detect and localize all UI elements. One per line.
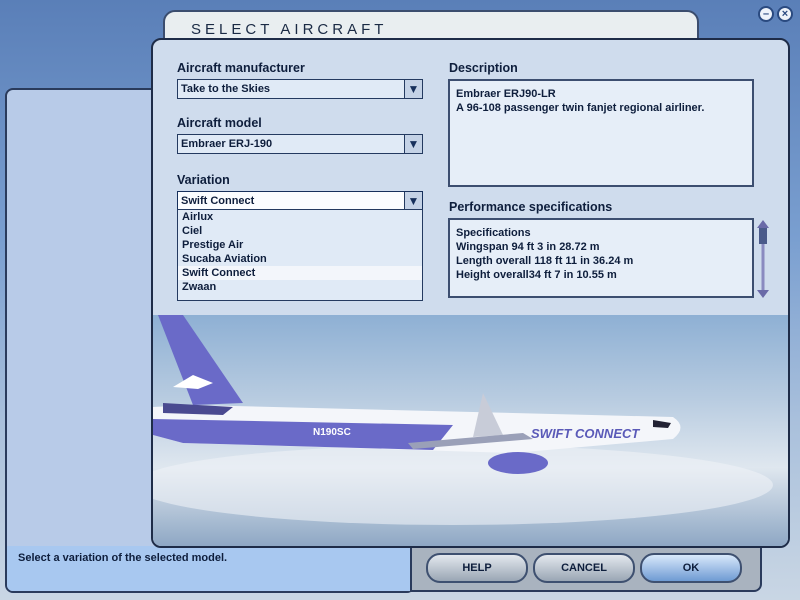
chevron-down-icon[interactable]: ▼ (404, 80, 422, 98)
description-label: Description (449, 61, 518, 75)
tail-fin (158, 315, 243, 405)
scroll-thumb[interactable] (759, 228, 767, 244)
registration-text: N190SC (313, 427, 351, 438)
variation-label: Variation (177, 173, 230, 187)
chevron-down-icon[interactable]: ▼ (404, 192, 422, 210)
cancel-button[interactable]: CANCEL (533, 553, 635, 583)
aircraft-preview: N190SC SWIFT CONNECT (153, 315, 788, 546)
ok-button[interactable]: OK (640, 553, 742, 583)
spec-line: Height overall34 ft 7 in 10.55 m (456, 269, 617, 281)
engine (488, 452, 548, 474)
performance-box: Specifications Wingspan 94 ft 3 in 28.72… (448, 218, 754, 298)
model-dropdown[interactable]: Embraer ERJ-190 ▼ (177, 134, 423, 154)
main-panel: Aircraft manufacturer Take to the Skies ▼… (151, 38, 790, 548)
scroll-down-icon[interactable] (757, 290, 769, 298)
scroll-up-icon[interactable] (757, 220, 769, 228)
list-item[interactable]: Ciel (178, 224, 422, 238)
performance-scrollbar[interactable] (756, 220, 770, 298)
description-line: A 96-108 passenger twin fanjet regional … (456, 102, 705, 114)
status-text: Select a variation of the selected model… (18, 552, 228, 564)
minimize-icon[interactable]: – (758, 6, 774, 22)
list-item-selected[interactable]: Swift Connect (178, 266, 422, 280)
model-label: Aircraft model (177, 116, 262, 130)
manufacturer-label: Aircraft manufacturer (177, 61, 305, 75)
manufacturer-dropdown[interactable]: Take to the Skies ▼ (177, 79, 423, 99)
variation-dropdown[interactable]: Swift Connect ▼ (177, 191, 423, 211)
help-button[interactable]: HELP (426, 553, 528, 583)
manufacturer-value: Take to the Skies (181, 83, 271, 95)
performance-label: Performance specifications (449, 200, 613, 214)
list-item[interactable]: Sucaba Aviation (178, 252, 422, 266)
variation-list: Airlux Ciel Prestige Air Sucaba Aviation… (177, 209, 423, 301)
list-item[interactable]: Zwaan (178, 280, 422, 294)
model-value: Embraer ERJ-190 (181, 138, 273, 150)
variation-value: Swift Connect (181, 195, 255, 207)
list-item[interactable]: Airlux (178, 210, 422, 224)
list-item[interactable]: Prestige Air (178, 238, 422, 252)
livery-logo: SWIFT CONNECT (531, 426, 640, 441)
close-icon[interactable]: × (777, 6, 793, 22)
spec-line: Length overall 118 ft 11 in 36.24 m (456, 255, 634, 267)
spec-line: Specifications (456, 227, 531, 239)
chevron-down-icon[interactable]: ▼ (404, 135, 422, 153)
spec-line: Wingspan 94 ft 3 in 28.72 m (456, 241, 600, 253)
description-box: Embraer ERJ90-LR A 96-108 passenger twin… (448, 79, 754, 187)
window-title: SELECT AIRCRAFT (191, 21, 388, 38)
description-line: Embraer ERJ90-LR (456, 88, 556, 100)
